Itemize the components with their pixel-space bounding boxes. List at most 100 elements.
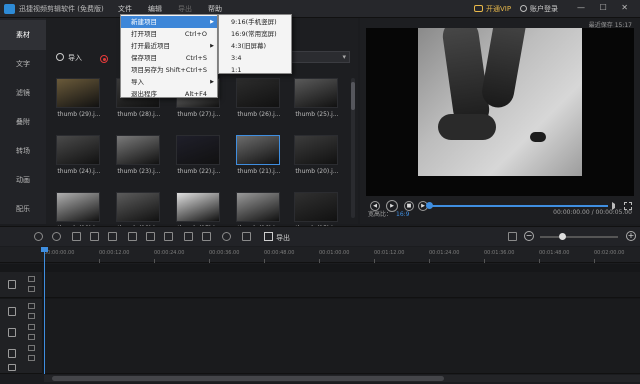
- media-thumbnail[interactable]: thumb (21).j...: [236, 135, 281, 181]
- aspect-ratio-control[interactable]: 宽高比： 16:9: [368, 209, 410, 218]
- thumbnail-caption: thumb (22).j...: [177, 168, 221, 175]
- seek-knob[interactable]: [426, 202, 433, 209]
- sidebar-item-media[interactable]: 素材: [0, 20, 46, 50]
- microphone-icon[interactable]: [222, 232, 231, 241]
- file-menu-item[interactable]: 项目另存为 Shift+Ctrl+S: [121, 64, 217, 76]
- ruler-label: 00:01:48.00: [539, 250, 570, 256]
- undo-icon[interactable]: [34, 232, 43, 241]
- sidebar-item-overlay[interactable]: 叠附: [0, 107, 46, 137]
- submenu-arrow-icon: ▶: [210, 79, 214, 85]
- track-lock-icon[interactable]: [28, 286, 35, 292]
- playhead-handle[interactable]: [41, 247, 48, 252]
- sidebar-item-music[interactable]: 配乐: [0, 194, 46, 224]
- ruler-label: 00:01:00.00: [319, 250, 350, 256]
- track-lock-icon[interactable]: [28, 313, 35, 319]
- playhead[interactable]: [44, 247, 45, 374]
- new-project-ratio-item[interactable]: 9:16(手机竖屏): [219, 16, 291, 28]
- seek-bar[interactable]: [432, 205, 608, 207]
- menu-help[interactable]: 帮助: [208, 4, 222, 14]
- thumbnail-caption: thumb (21).j...: [237, 168, 281, 175]
- media-thumbnail[interactable]: thumb (25).j...: [294, 78, 339, 124]
- file-menu-item[interactable]: 新建项目 ▶: [121, 16, 217, 28]
- track-audio-toggle-icon[interactable]: [28, 345, 35, 351]
- track-audio-toggle-icon[interactable]: [28, 276, 35, 282]
- file-menu-item[interactable]: 退出程序 Alt+F4: [121, 88, 217, 100]
- zoom-in-icon[interactable]: +: [626, 231, 636, 241]
- file-menu-item[interactable]: 保存项目 Ctrl+S: [121, 52, 217, 64]
- zoom-slider-knob[interactable]: [559, 233, 566, 240]
- media-thumbnail[interactable]: thumb (20).j...: [294, 135, 339, 181]
- edit-icon[interactable]: [72, 232, 81, 241]
- sidebar-item-animation[interactable]: 动画: [0, 165, 46, 195]
- ruler-label: 00:01:12.00: [374, 250, 405, 256]
- menu-file[interactable]: 文件: [118, 4, 132, 14]
- zoom-out-icon[interactable]: −: [524, 231, 534, 241]
- ruler-tick: [484, 259, 485, 263]
- new-project-ratio-item[interactable]: 3:4: [219, 52, 291, 64]
- thumbnail-image: [176, 135, 220, 165]
- track-row-video[interactable]: [44, 272, 640, 298]
- new-project-ratio-item[interactable]: 1:1: [219, 64, 291, 76]
- ruler-tick: [374, 259, 375, 263]
- import-label: 导入: [68, 54, 82, 62]
- window-controls[interactable]: — ☐ ✕: [577, 3, 634, 12]
- ruler-label: 00:00:12.00: [99, 250, 130, 256]
- delete-icon[interactable]: [108, 232, 117, 241]
- record-track-icon: [8, 364, 16, 371]
- rotate-icon[interactable]: [146, 232, 155, 241]
- preview-snail-shape: [530, 132, 546, 142]
- thumbnail-image: [116, 135, 160, 165]
- mosaic-icon[interactable]: [164, 232, 173, 241]
- track-lock-icon[interactable]: [28, 355, 35, 361]
- sidebar-item-transition[interactable]: 转场: [0, 136, 46, 166]
- ruler-tick: [99, 259, 100, 263]
- crop-icon[interactable]: [128, 232, 137, 241]
- title-bar: 迅捷视频剪辑软件 (免费版) 文件 编辑 导出 帮助 开通VIP 账户登录 — …: [0, 0, 640, 18]
- timeline-ruler[interactable]: 00:00:00.00 00:00:12.00 00:00:24.00 00:00:3…: [0, 247, 640, 263]
- preview-shoe-shape: [438, 114, 496, 140]
- thumbnail-caption: thumb (23).j...: [117, 168, 161, 175]
- media-thumbnail[interactable]: thumb (26).j...: [236, 78, 281, 124]
- track-lock-icon[interactable]: [28, 334, 35, 340]
- aspect-ratio-value[interactable]: 16:9: [396, 211, 409, 218]
- new-project-ratio-item[interactable]: 16:9(常用宽屏): [219, 28, 291, 40]
- track-row-record[interactable]: [44, 362, 640, 374]
- sidebar-item-text[interactable]: 文字: [0, 49, 46, 79]
- sidebar-item-filter[interactable]: 滤镜: [0, 78, 46, 108]
- export-button[interactable]: 导出: [264, 232, 290, 243]
- media-thumbnail[interactable]: thumb (24).j...: [56, 135, 101, 181]
- split-icon[interactable]: [90, 232, 99, 241]
- track-header-video: [0, 272, 42, 298]
- redo-icon[interactable]: [52, 232, 61, 241]
- menu-export[interactable]: 导出: [178, 4, 192, 14]
- new-project-ratio-item[interactable]: 4:3(旧屏幕): [219, 40, 291, 52]
- zoom-slider-track[interactable]: [540, 236, 618, 238]
- fit-timeline-icon[interactable]: [508, 232, 517, 241]
- vip-button[interactable]: 开通VIP: [474, 4, 511, 14]
- ruler-tick: [429, 259, 430, 263]
- thumbnail-image: [236, 78, 280, 108]
- media-scrollbar[interactable]: [351, 78, 355, 218]
- file-menu-item[interactable]: 导入 ▶: [121, 76, 217, 88]
- record-icon[interactable]: [100, 55, 108, 63]
- crown-icon: [474, 5, 483, 12]
- file-menu-item-label: 导入: [131, 78, 144, 86]
- track-visibility-icon[interactable]: [28, 324, 35, 330]
- thumbnail-caption: thumb (26).j...: [237, 111, 281, 118]
- import-button[interactable]: 导入: [56, 53, 82, 63]
- file-menu-item-shortcut: Ctrl+O: [184, 30, 207, 38]
- track-audio-toggle-icon[interactable]: [28, 303, 35, 309]
- ruler-tick: [209, 259, 210, 263]
- audio-icon[interactable]: [242, 232, 251, 241]
- file-menu-item[interactable]: 打开最近项目 ▶: [121, 40, 217, 52]
- media-thumbnail[interactable]: thumb (22).j...: [176, 135, 221, 181]
- menu-edit[interactable]: 编辑: [148, 4, 162, 14]
- media-thumbnail[interactable]: thumb (23).j...: [116, 135, 161, 181]
- freeze-icon[interactable]: [184, 232, 193, 241]
- media-thumbnail[interactable]: thumb (29).j...: [56, 78, 101, 124]
- timeline-scrollbar[interactable]: [44, 375, 640, 382]
- file-menu-item[interactable]: 打开项目 Ctrl+O: [121, 28, 217, 40]
- login-button[interactable]: 账户登录: [520, 4, 558, 14]
- ruler-tick: [594, 259, 595, 263]
- speed-icon[interactable]: [202, 232, 211, 241]
